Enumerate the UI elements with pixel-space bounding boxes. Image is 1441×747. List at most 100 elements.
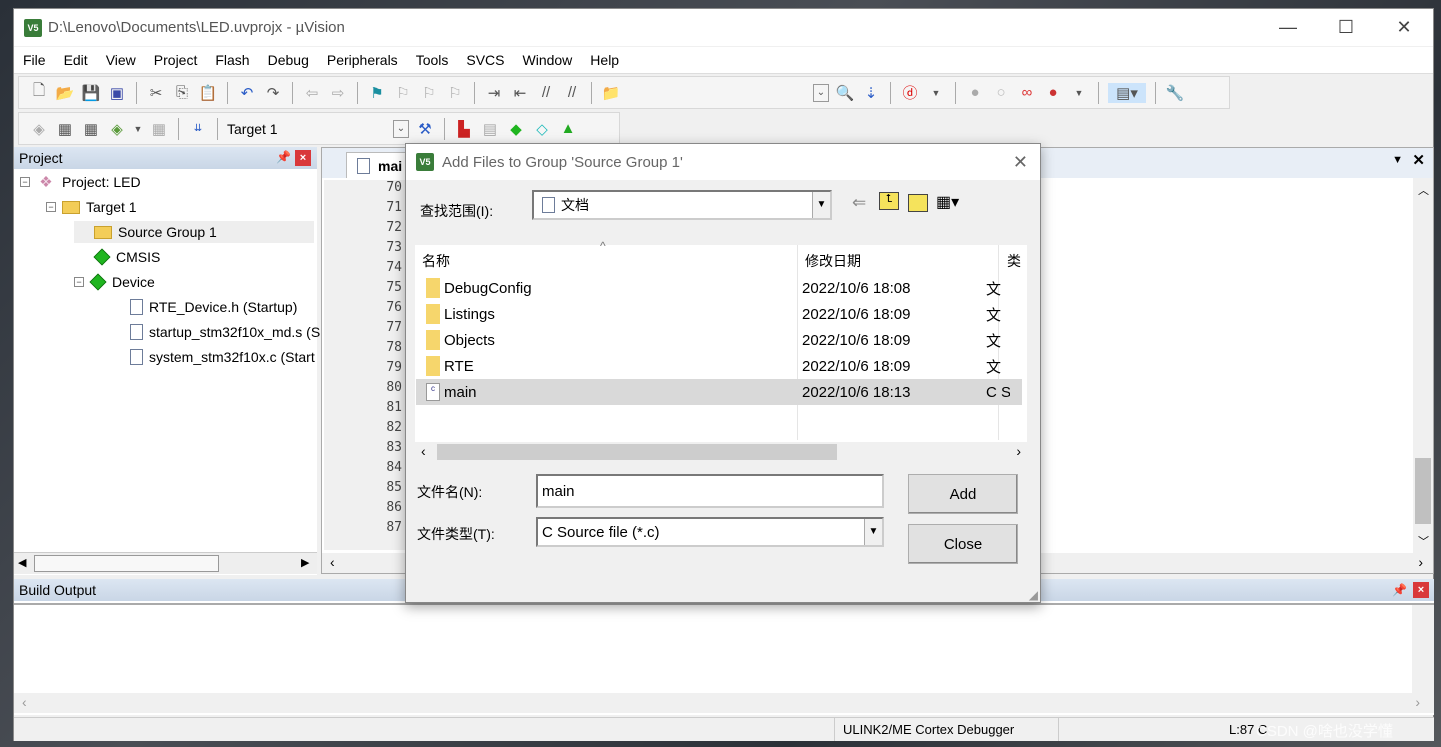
- file-list-hscrollbar[interactable]: ‹ ›: [415, 442, 1027, 462]
- add-button[interactable]: Add: [908, 474, 1018, 514]
- find-in-files-icon[interactable]: 📁: [601, 83, 621, 103]
- nav-back-icon[interactable]: ⇦: [302, 83, 322, 103]
- nav-forward-icon[interactable]: ⇨: [328, 83, 348, 103]
- tree-item[interactable]: system_stm32f10x.c (Start: [110, 346, 315, 368]
- output-vscrollbar[interactable]: [1412, 605, 1434, 693]
- find-dropdown-icon[interactable]: ⌄: [813, 83, 829, 102]
- unindent-icon[interactable]: ⇤: [510, 83, 530, 103]
- open-file-icon[interactable]: 📂: [55, 83, 75, 103]
- new-file-icon[interactable]: 🗋: [29, 82, 49, 103]
- close-window-button[interactable]: ✕: [1375, 9, 1433, 46]
- paste-icon[interactable]: 📋: [198, 83, 218, 103]
- copy-icon[interactable]: ⎘: [172, 83, 192, 103]
- file-row[interactable]: c main 2022/10/6 18:13 C S: [416, 379, 1022, 405]
- close-panel-button[interactable]: ×: [295, 150, 311, 166]
- rebuild-icon[interactable]: ▦: [81, 119, 101, 139]
- batch-build-icon[interactable]: ◈: [107, 119, 127, 139]
- menu-edit[interactable]: Edit: [55, 52, 97, 68]
- menu-help[interactable]: Help: [581, 52, 628, 68]
- menu-window[interactable]: Window: [514, 52, 582, 68]
- dropdown-arrow-icon[interactable]: ▼: [1069, 83, 1089, 103]
- output-hscrollbar[interactable]: ‹ ›: [14, 693, 1434, 713]
- tree-item[interactable]: RTE_Device.h (Startup): [110, 296, 297, 318]
- scroll-up-icon[interactable]: ︿: [1418, 182, 1429, 198]
- up-folder-icon[interactable]: ⮤: [879, 192, 899, 210]
- tree-item[interactable]: − ❖ Project: LED: [20, 171, 141, 193]
- target-options-icon[interactable]: ⚒: [415, 119, 435, 139]
- disable-breakpoint-icon[interactable]: ○: [991, 83, 1011, 103]
- select-packs-icon[interactable]: ◇: [532, 119, 552, 139]
- undo-icon[interactable]: ↶: [237, 83, 257, 103]
- indent-icon[interactable]: ⇥: [484, 83, 504, 103]
- menu-peripherals[interactable]: Peripherals: [318, 52, 407, 68]
- scroll-left-icon[interactable]: ‹: [421, 443, 426, 459]
- translate-icon[interactable]: ◈: [29, 119, 49, 139]
- project-hscrollbar[interactable]: ◀ ▶: [14, 552, 317, 574]
- next-bookmark-icon[interactable]: ⚐: [419, 83, 439, 103]
- filename-input[interactable]: [536, 474, 884, 508]
- bookmark-icon[interactable]: ⚑: [367, 83, 387, 103]
- pin-icon[interactable]: 📌: [276, 150, 291, 164]
- column-name[interactable]: 名称: [422, 251, 450, 271]
- pin-icon[interactable]: 📌: [1392, 583, 1407, 597]
- dropdown-arrow-icon[interactable]: ▼: [864, 519, 882, 545]
- maximize-button[interactable]: ☐: [1317, 9, 1375, 46]
- find-icon[interactable]: 🔍: [835, 83, 855, 103]
- collapse-icon[interactable]: −: [46, 202, 56, 212]
- tree-item[interactable]: − Target 1: [46, 196, 137, 218]
- scroll-right-icon[interactable]: ›: [1418, 554, 1423, 570]
- new-folder-icon[interactable]: [908, 194, 928, 212]
- breakpoint-icon[interactable]: ●: [965, 83, 985, 103]
- collapse-icon[interactable]: −: [20, 177, 30, 187]
- uncomment-icon[interactable]: //: [562, 83, 582, 103]
- file-row[interactable]: Objects 2022/10/6 18:09 文: [416, 327, 1022, 353]
- tree-item[interactable]: − Device: [74, 271, 155, 293]
- file-extensions-icon[interactable]: ▙: [454, 119, 474, 139]
- filetype-select[interactable]: C Source file (*.c) ▼: [536, 517, 884, 547]
- close-tab-icon[interactable]: ✕: [1412, 151, 1425, 169]
- cut-icon[interactable]: ✂: [146, 83, 166, 103]
- dropdown-arrow-icon[interactable]: ▼: [926, 83, 946, 103]
- dialog-close-icon[interactable]: ✕: [1013, 152, 1028, 173]
- resize-grip-icon[interactable]: ◢: [1029, 588, 1038, 602]
- kill-breakpoints-icon[interactable]: ●: [1043, 83, 1063, 103]
- view-menu-icon[interactable]: ▦▾: [936, 192, 959, 212]
- column-date[interactable]: 修改日期: [805, 251, 861, 271]
- scroll-left-icon[interactable]: ‹: [330, 554, 335, 570]
- close-button[interactable]: Close: [908, 524, 1018, 564]
- file-row[interactable]: RTE 2022/10/6 18:09 文: [416, 353, 1022, 379]
- prev-bookmark-icon[interactable]: ⚐: [393, 83, 413, 103]
- clear-bookmarks-icon[interactable]: ⚐: [445, 83, 465, 103]
- disable-all-breakpoints-icon[interactable]: ∞: [1017, 83, 1037, 103]
- tree-item[interactable]: startup_stm32f10x_md.s (S: [110, 321, 320, 343]
- dropdown-arrow-icon[interactable]: ▼: [133, 119, 143, 139]
- incremental-find-icon[interactable]: ⇣: [861, 83, 881, 103]
- scroll-right-icon[interactable]: ▶: [301, 556, 309, 569]
- scroll-thumb[interactable]: [437, 444, 837, 460]
- pack-installer-icon[interactable]: ▲: [558, 119, 578, 139]
- save-icon[interactable]: 💾: [81, 83, 101, 103]
- debug-session-icon[interactable]: ⓓ: [900, 83, 920, 103]
- menu-svcs[interactable]: SVCS: [457, 52, 513, 68]
- file-row[interactable]: DebugConfig 2022/10/6 18:08 文: [416, 275, 1022, 301]
- scroll-thumb[interactable]: [1415, 458, 1431, 524]
- scroll-down-icon[interactable]: ﹀: [1418, 533, 1429, 549]
- redo-icon[interactable]: ↷: [263, 83, 283, 103]
- save-all-icon[interactable]: ▣: [107, 83, 127, 103]
- download-load-icon[interactable]: ⇊: [188, 119, 208, 139]
- menu-flash[interactable]: Flash: [206, 52, 258, 68]
- editor-vscrollbar[interactable]: ︿ ﹀: [1413, 178, 1433, 553]
- scroll-left-icon[interactable]: ‹: [22, 694, 27, 710]
- scroll-right-icon[interactable]: ›: [1016, 443, 1021, 459]
- configure-icon[interactable]: 🔧: [1165, 83, 1185, 103]
- tab-list-dropdown-icon[interactable]: ▼: [1392, 154, 1403, 166]
- menu-file[interactable]: File: [14, 52, 55, 68]
- look-in-select[interactable]: 文档 ▼: [532, 190, 832, 220]
- menu-project[interactable]: Project: [145, 52, 207, 68]
- manage-rte-icon[interactable]: ◆: [506, 119, 526, 139]
- menu-debug[interactable]: Debug: [259, 52, 318, 68]
- stop-build-icon[interactable]: ▦: [149, 119, 169, 139]
- target-dropdown-icon[interactable]: ⌄: [393, 119, 409, 138]
- target-select[interactable]: Target 1: [227, 121, 387, 137]
- scroll-right-icon[interactable]: ›: [1415, 694, 1420, 710]
